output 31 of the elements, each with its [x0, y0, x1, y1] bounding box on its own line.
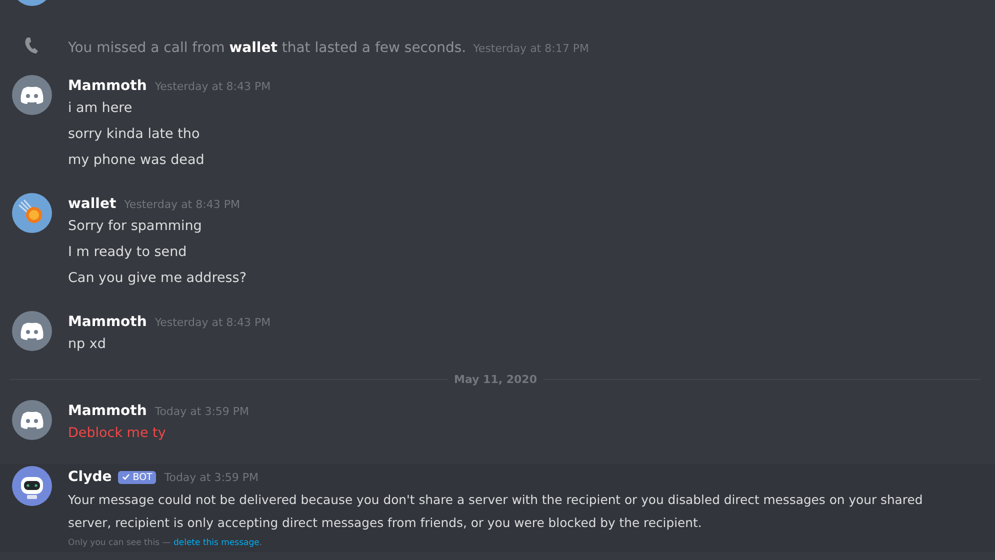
message-text: sorry kinda late tho — [68, 125, 201, 144]
date-divider: May 11, 2020 — [454, 372, 537, 386]
timestamp: Today at 3:59 PM — [164, 470, 259, 484]
call-message: You missed a call from wallet that lasted a few seconds. — [68, 40, 466, 56]
delete-message-link[interactable]: delete this message — [173, 538, 260, 548]
avatar-image — [12, 75, 52, 115]
message-text: my phone was dead — [68, 151, 206, 170]
message-text: i am here — [68, 99, 134, 118]
message-text: Can you give me address? — [68, 269, 248, 288]
timestamp: Yesterday at 8:43 PM — [154, 80, 271, 92]
timestamp: Yesterday at 8:43 PM — [154, 316, 271, 328]
avatar-image — [12, 466, 52, 506]
message-text: Your message could not be delivered because you don't share a server with the recipient or you disabled direct messages on your shared server, recipient is only accepting direct messages from friends, or you were blocked by the recipient. — [68, 491, 924, 532]
avatar-image — [12, 311, 52, 351]
author-name[interactable]: Mammoth — [68, 78, 147, 94]
timestamp: Yesterday at 8:17 PM — [473, 42, 589, 54]
failed-message-text: Deblock me ty — [68, 424, 167, 443]
timestamp: Yesterday at 8:43 PM — [124, 198, 240, 210]
author-name[interactable]: Mammoth — [68, 314, 147, 330]
author-name[interactable]: Clyde — [68, 469, 112, 485]
avatar-image — [12, 400, 52, 440]
message-text: I m ready to send — [68, 243, 188, 262]
author-name[interactable]: Mammoth — [68, 403, 147, 419]
message-text: Sorry for spamming — [68, 217, 203, 236]
author-name[interactable]: wallet — [68, 196, 116, 212]
timestamp: Today at 3:59 PM — [154, 404, 250, 418]
avatar-image — [12, 193, 52, 233]
bot-tag: BOT — [118, 470, 156, 484]
message-text: np xd — [68, 335, 107, 354]
check-icon — [122, 473, 130, 481]
ephemeral-note: Only you can see this — delete this message. — [68, 538, 264, 548]
